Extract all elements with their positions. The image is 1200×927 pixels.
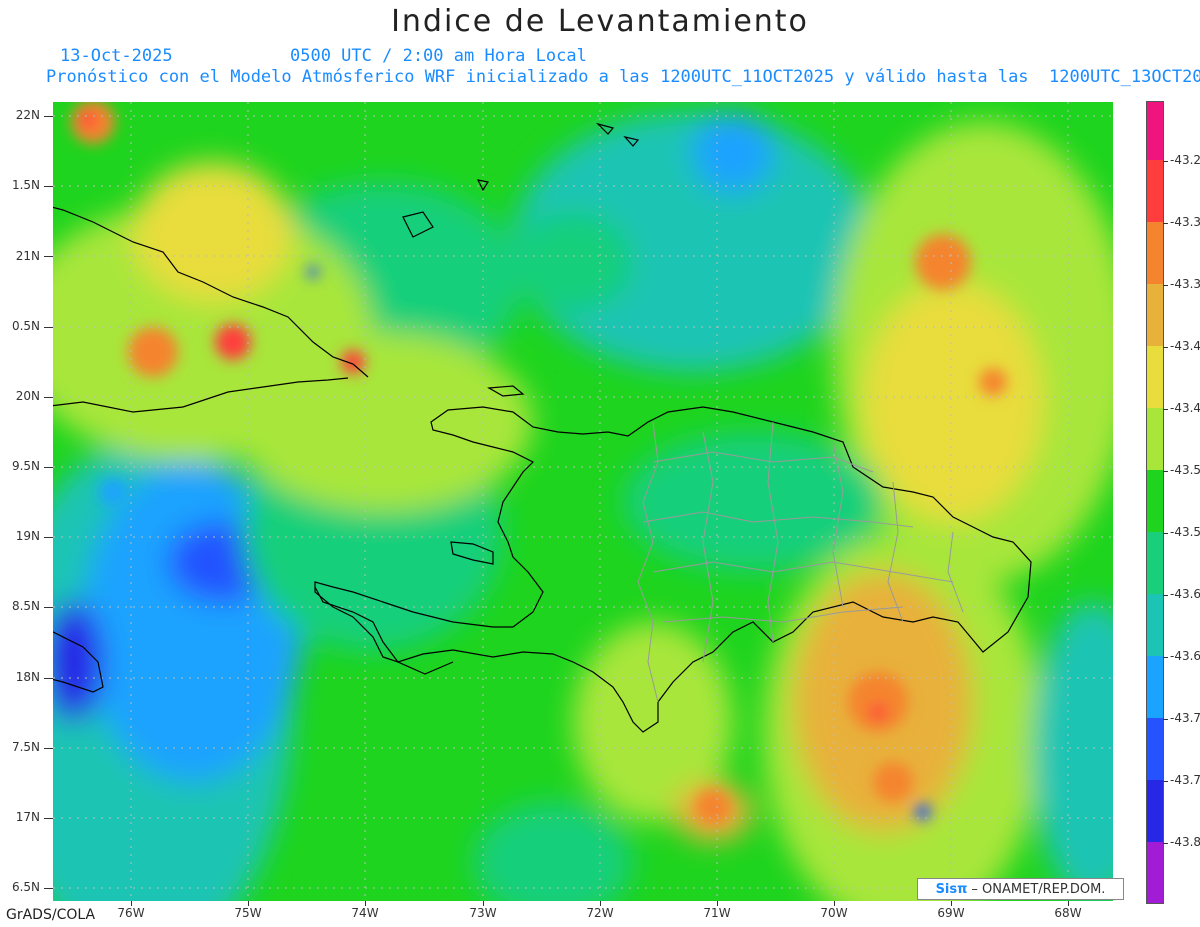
colorbar-segment [1147,656,1163,718]
colorbar-segment [1147,160,1163,222]
sispi-logo: Sisπ [935,881,968,897]
lon-label: 72W [586,906,614,920]
lifted-index-map [53,102,1113,901]
lon-tick [600,901,601,906]
lon-tick [365,901,366,906]
lat-tick [44,607,53,608]
colorbar-label: -43.2 [1170,153,1200,167]
model-description: Pronóstico con el Modelo Atmósferico WRF… [46,67,1200,87]
colorbar-tick [1163,471,1168,472]
lon-tick [483,901,484,906]
lon-label: 76W [117,906,145,920]
lat-label: 19N [15,529,40,543]
credit-text: – ONAMET/REP.DOM. [971,881,1106,897]
credit-badge: Sisπ – ONAMET/REP.DOM. [917,878,1124,900]
colorbar [1146,101,1164,904]
forecast-time: 0500 UTC / 2:00 am Hora Local [290,46,587,66]
colorbar-label: -43.3 [1170,277,1200,291]
colorbar-tick [1163,223,1168,224]
colorbar-tick [1163,409,1168,410]
colorbar-label: -43.7 [1170,773,1200,787]
lat-label: 17N [15,810,40,824]
colorbar-segment [1147,346,1163,408]
lat-tick [44,818,53,819]
colorbar-segment [1147,594,1163,656]
colorbar-tick [1163,843,1168,844]
lon-tick [834,901,835,906]
lat-label: 18N [15,670,40,684]
lat-tick [44,397,53,398]
colorbar-tick [1163,657,1168,658]
lat-tick [44,327,53,328]
colorbar-tick [1163,533,1168,534]
colorbar-segment [1147,718,1163,780]
colorbar-tick [1163,347,1168,348]
colorbar-segment [1147,408,1163,470]
colorbar-label: -43.6 [1170,587,1200,601]
colorbar-segment [1147,470,1163,532]
lon-label: 71W [703,906,731,920]
colorbar-tick [1163,285,1168,286]
lon-tick [1068,901,1069,906]
colorbar-tick [1163,595,1168,596]
lon-label: 75W [234,906,262,920]
colorbar-segment [1147,842,1163,903]
colorbar-segment [1147,222,1163,284]
colorbar-label: -43.6 [1170,649,1200,663]
lon-tick [951,901,952,906]
colorbar-segment [1147,780,1163,842]
lon-label: 69W [937,906,965,920]
colorbar-label: -43.4 [1170,339,1200,353]
colorbar-label: -43.4 [1170,401,1200,415]
lon-label: 73W [469,906,497,920]
colorbar-tick [1163,781,1168,782]
lat-label: 7.5N [11,740,40,754]
lat-label: 6.5N [11,880,40,894]
colorbar-segment [1147,532,1163,594]
lon-tick [717,901,718,906]
colorbar-label: -43.8 [1170,835,1200,849]
lat-tick [44,748,53,749]
colorbar-label: -43.5 [1170,525,1200,539]
lat-tick [44,678,53,679]
lat-tick [44,467,53,468]
lat-label: 1.5N [11,178,40,192]
lat-label: 21N [15,249,40,263]
map-title: Indice de Levantamiento [391,4,809,39]
grads-footer: GrADS/COLA [6,907,96,923]
colorbar-tick [1163,161,1168,162]
lon-label: 74W [351,906,379,920]
colorbar-tick [1163,719,1168,720]
lon-tick [131,901,132,906]
colorbar-segment [1147,284,1163,346]
forecast-date: 13-Oct-2025 [60,46,173,66]
lat-tick [44,116,53,117]
colorbar-label: -43.3 [1170,215,1200,229]
colorbar-segment [1147,102,1163,160]
lat-label: 20N [15,389,40,403]
lon-label: 70W [820,906,848,920]
lat-tick [44,256,53,257]
lat-label: 22N [15,108,40,122]
lon-tick [248,901,249,906]
lat-label: 0.5N [11,319,40,333]
lat-label: 9.5N [11,459,40,473]
lon-label: 68W [1054,906,1082,920]
lat-tick [44,888,53,889]
map-field [53,102,1113,901]
lat-tick [44,186,53,187]
colorbar-label: -43.7 [1170,711,1200,725]
lat-label: 8.5N [11,599,40,613]
lat-tick [44,537,53,538]
colorbar-label: -43.5 [1170,463,1200,477]
